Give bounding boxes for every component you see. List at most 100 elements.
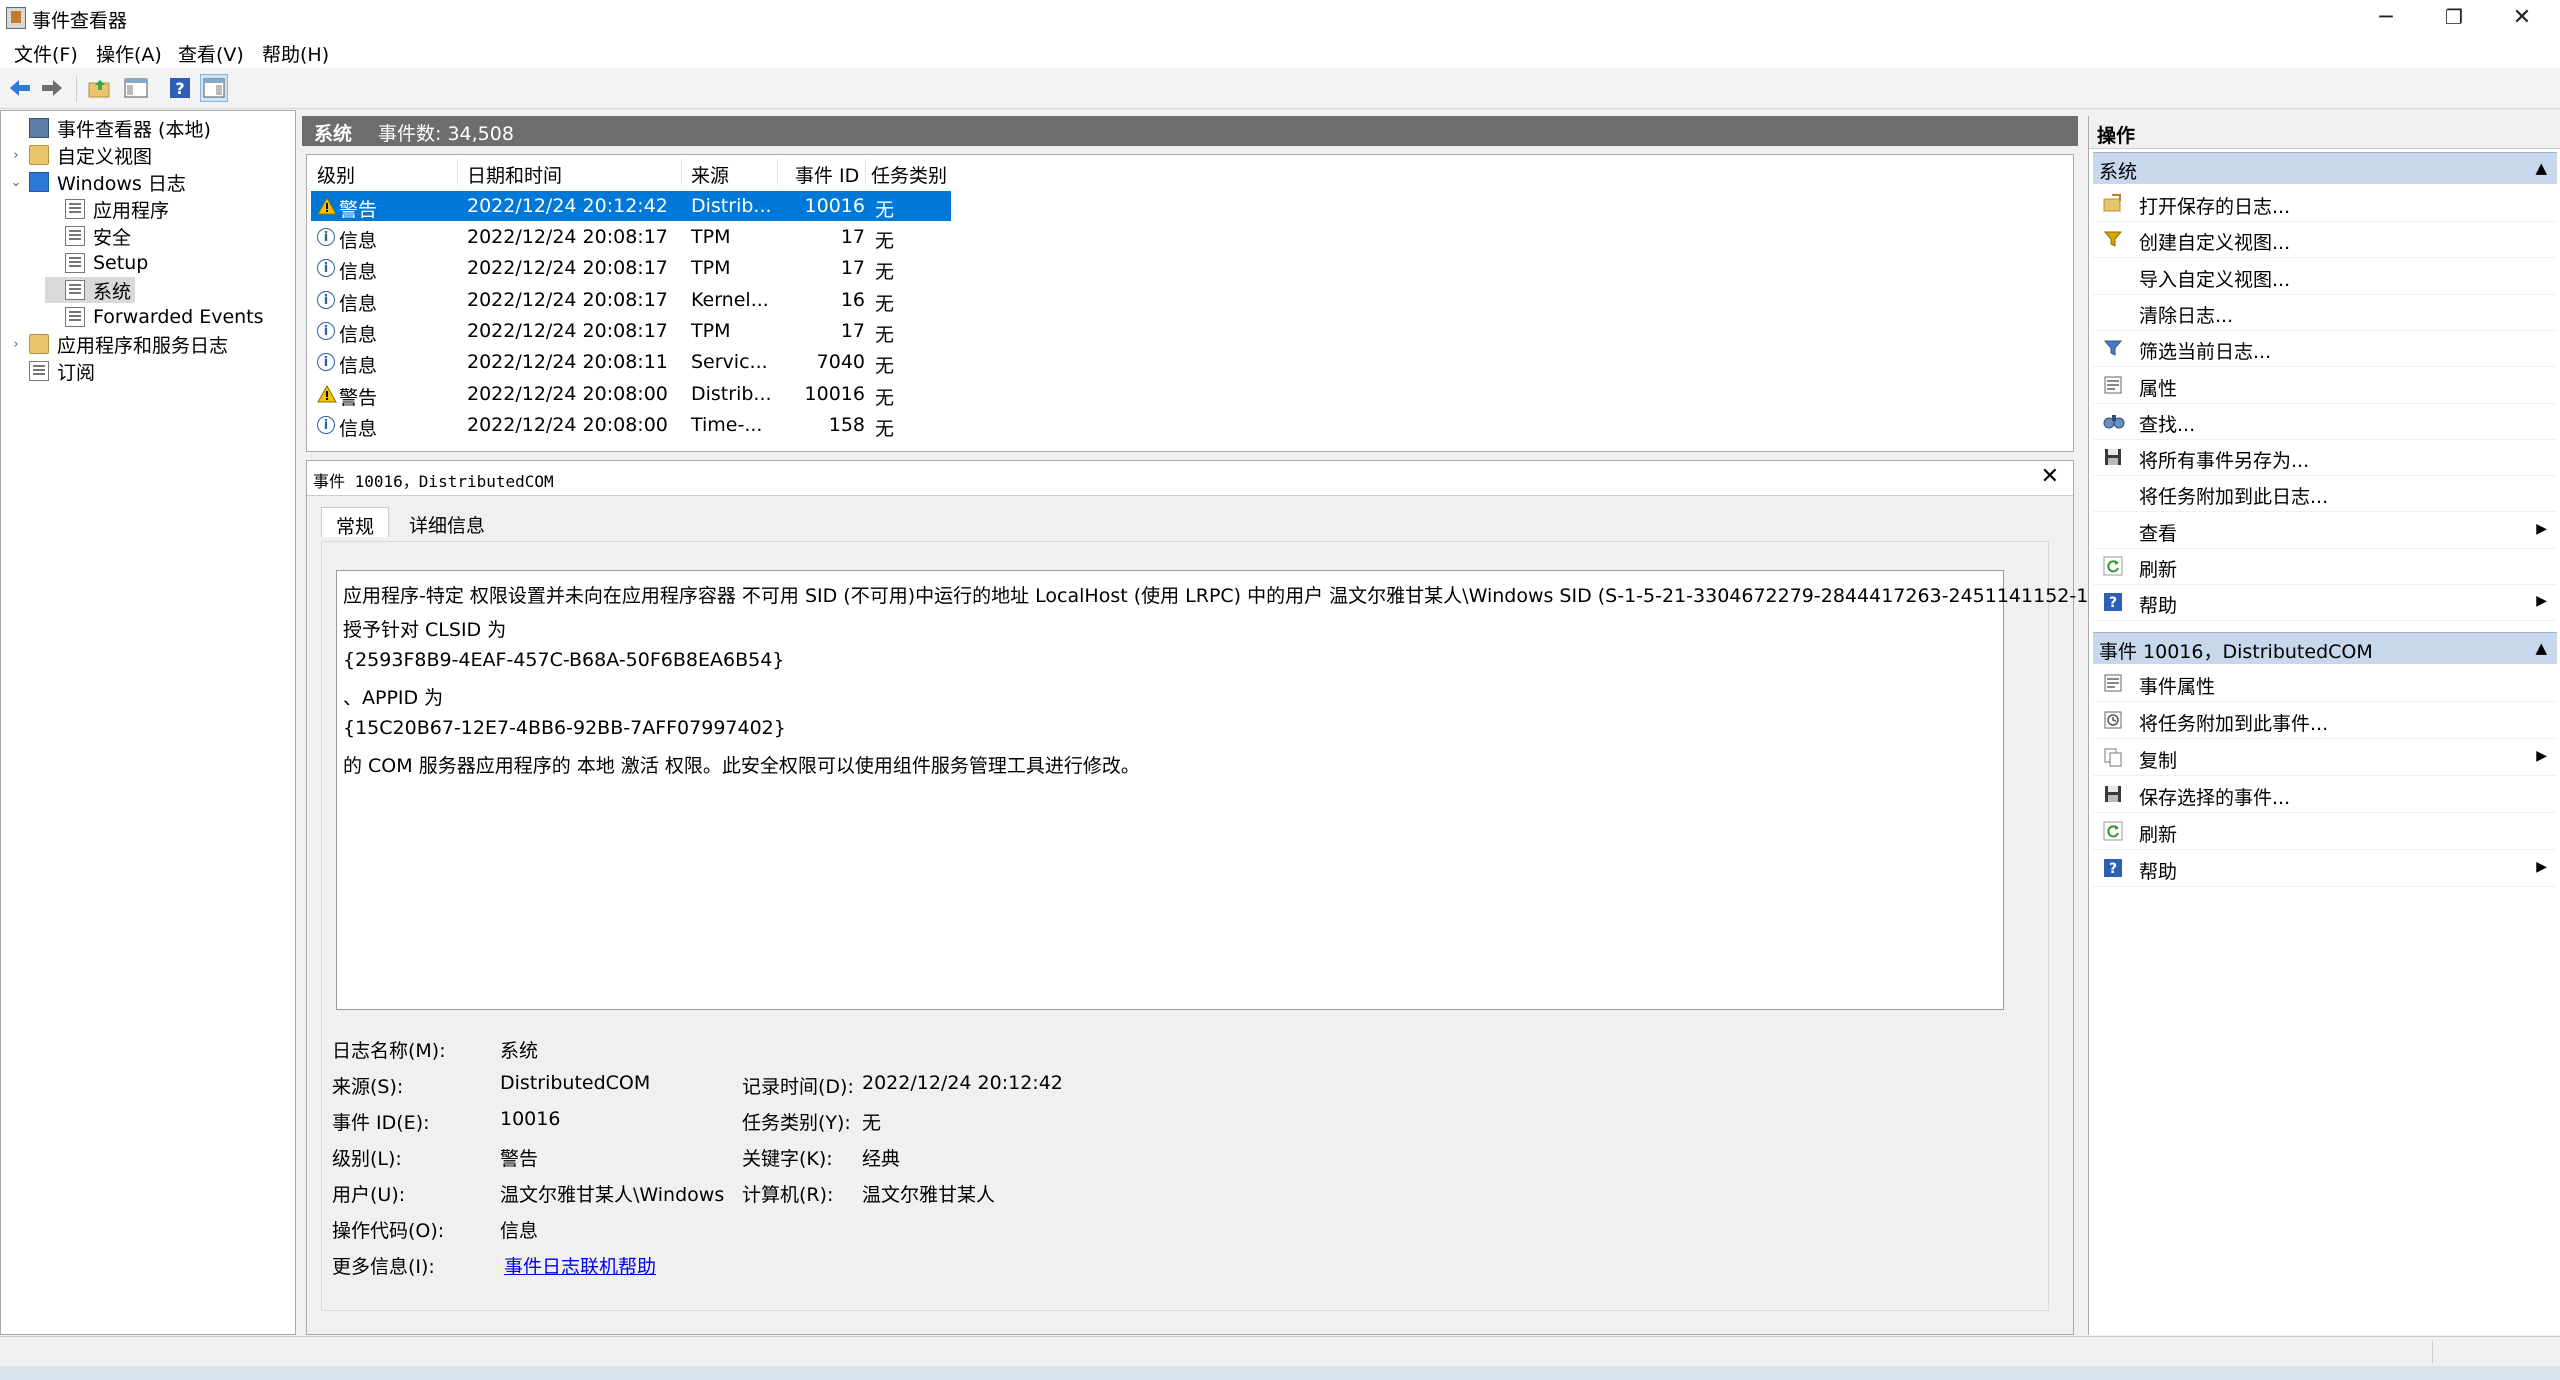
description-line: {2593F8B9-4EAF-457C-B68A-50F6B8EA6B54}	[343, 649, 785, 671]
tree-expander[interactable]: ›	[9, 148, 23, 163]
action-item[interactable]: 属性	[2093, 368, 2557, 404]
submenu-arrow-icon: ▶	[2536, 859, 2547, 875]
column-separator[interactable]	[777, 159, 778, 185]
svg-text:?: ?	[2109, 595, 2117, 611]
event-row[interactable]: i 信息 2022/12/24 20:08:17 TPM 17 无	[311, 253, 951, 283]
collapse-icon[interactable]: ▲	[2535, 159, 2547, 177]
menu-help[interactable]: 帮助(H)	[262, 40, 329, 67]
help-icon: ?	[2103, 592, 2123, 612]
action-item[interactable]: 将任务附加到此日志...	[2093, 476, 2557, 513]
tree-item-forwarded-events[interactable]: Forwarded Events	[45, 304, 264, 330]
event-list: 级别 日期和时间 来源 事件 ID 任务类别 警告 2022/12/24 20:1…	[306, 154, 2074, 452]
action-item[interactable]: 刷新	[2093, 549, 2557, 585]
actions-group-event[interactable]: 事件 10016，DistributedCOM ▲	[2093, 632, 2557, 664]
action-item[interactable]: 复制 ▶	[2093, 740, 2557, 776]
column-header-task-category[interactable]: 任务类别	[871, 161, 947, 188]
action-item[interactable]: 保存选择的事件...	[2093, 777, 2557, 813]
action-item[interactable]: 清除日志...	[2093, 295, 2557, 331]
action-item[interactable]: 打开保存的日志...	[2093, 186, 2557, 222]
column-separator[interactable]	[681, 159, 682, 185]
tree-expander[interactable]: ›	[9, 337, 23, 352]
tree-expander[interactable]: ⌄	[9, 175, 23, 190]
event-id: 158	[828, 414, 865, 436]
log-icon	[65, 280, 85, 300]
help-icon[interactable]: ?	[166, 74, 194, 102]
info-icon: i	[317, 416, 335, 434]
tree-item-app-service-logs[interactable]: › 应用程序和服务日志	[9, 331, 228, 357]
column-header-event-id[interactable]: 事件 ID	[795, 161, 859, 188]
event-row[interactable]: 警告 2022/12/24 20:12:42 Distrib... 10016 无	[311, 191, 951, 221]
event-level: 信息	[339, 230, 378, 252]
action-item[interactable]: 事件属性	[2093, 666, 2557, 702]
action-label: 清除日志...	[2139, 304, 2234, 327]
toolbar-separator	[76, 76, 77, 102]
event-task-category: 无	[875, 199, 895, 221]
event-row[interactable]: 警告 2022/12/24 20:08:00 Distrib... 10016 无	[311, 379, 951, 409]
event-row[interactable]: i 信息 2022/12/24 20:08:11 Servic... 7040 无	[311, 347, 951, 377]
action-label: 帮助	[2139, 861, 2178, 883]
show-hide-tree-icon[interactable]	[122, 74, 150, 102]
event-id: 17	[840, 226, 865, 248]
save-icon	[2103, 784, 2123, 804]
forward-arrow-icon[interactable]	[38, 74, 66, 102]
tree-item-setup[interactable]: Setup	[45, 250, 148, 276]
action-item[interactable]: 将所有事件另存为...	[2093, 440, 2557, 477]
tab-details[interactable]: 详细信息	[395, 507, 499, 537]
back-arrow-icon[interactable]	[6, 74, 34, 102]
action-item[interactable]: 查看 ▶	[2093, 513, 2557, 549]
tree-item-system[interactable]: 系统	[45, 277, 136, 303]
column-header-source[interactable]: 来源	[691, 161, 729, 188]
actions-group-system[interactable]: 系统 ▲	[2093, 152, 2557, 184]
event-row[interactable]: i 信息 2022/12/24 20:08:17 TPM 17 无	[311, 222, 951, 252]
action-item[interactable]: 筛选当前日志...	[2093, 331, 2557, 368]
detail-title: 事件 10016，DistributedCOM	[313, 472, 554, 491]
event-viewer-app-icon	[6, 7, 26, 29]
info-icon: i	[317, 291, 335, 309]
tab-general[interactable]: 常规	[321, 507, 390, 538]
tree-item-event-viewer-local[interactable]: 事件查看器 (本地)	[9, 115, 211, 141]
status-bar	[0, 1336, 2560, 1367]
actions-title: 操作	[2097, 125, 2136, 147]
column-separator[interactable]	[457, 159, 458, 185]
collapse-icon[interactable]: ▲	[2535, 639, 2547, 657]
action-label: 查看	[2139, 522, 2178, 545]
tree-item-security[interactable]: 安全	[45, 223, 131, 249]
menu-view[interactable]: 查看(V)	[178, 40, 244, 67]
tree-item-application[interactable]: 应用程序	[45, 196, 169, 222]
action-item[interactable]: ? 帮助 ▶	[2093, 585, 2557, 622]
tree-item-label: 应用程序	[93, 199, 170, 222]
action-item[interactable]: 刷新	[2093, 814, 2557, 850]
column-header-level[interactable]: 级别	[317, 161, 355, 188]
attach-task-icon	[2103, 710, 2123, 730]
event-description[interactable]: 应用程序-特定 权限设置并未向在应用程序容器 不可用 SID (不可用)中运行的…	[336, 570, 2132, 1010]
computer-icon	[29, 118, 49, 138]
event-row[interactable]: i 信息 2022/12/24 20:08:17 Kernel... 16 无	[311, 285, 951, 315]
action-item[interactable]: 导入自定义视图...	[2093, 259, 2557, 295]
column-header-datetime[interactable]: 日期和时间	[467, 161, 562, 188]
tree-item-subscriptions[interactable]: 订阅	[9, 358, 95, 384]
close-button[interactable]: ✕	[2488, 0, 2556, 34]
tree-item-custom-views[interactable]: › 自定义视图	[9, 142, 152, 168]
restore-button[interactable]: ❐	[2420, 0, 2488, 34]
event-row[interactable]: i 信息 2022/12/24 20:08:00 Time-... 158 无	[311, 410, 951, 440]
opcode-value: 信息	[500, 1220, 539, 1242]
action-item[interactable]: 创建自定义视图...	[2093, 222, 2557, 259]
event-row[interactable]: i 信息 2022/12/24 20:08:17 TPM 17 无	[311, 316, 951, 346]
minimize-button[interactable]: ─	[2352, 0, 2420, 34]
detail-close-icon[interactable]: ✕	[2041, 464, 2059, 489]
menu-file[interactable]: 文件(F)	[14, 40, 78, 67]
column-separator[interactable]	[865, 159, 866, 185]
menu-action[interactable]: 操作(A)	[96, 40, 162, 67]
action-label: 导入自定义视图...	[2139, 268, 2291, 291]
action-item[interactable]: 查找...	[2093, 404, 2557, 440]
tree-item-label: 订阅	[57, 361, 96, 384]
action-item[interactable]: ? 帮助 ▶	[2093, 851, 2557, 887]
tree-item-windows-logs[interactable]: ⌄ Windows 日志	[9, 169, 186, 195]
action-item[interactable]: 将任务附加到此事件...	[2093, 703, 2557, 739]
event-datetime: 2022/12/24 20:08:17	[467, 320, 668, 342]
folder-up-icon[interactable]	[86, 74, 114, 102]
event-source: Distrib...	[691, 195, 772, 217]
online-help-link[interactable]: 事件日志联机帮助	[504, 1252, 656, 1279]
event-source: Kernel...	[691, 289, 769, 311]
show-hide-action-pane-icon[interactable]	[200, 74, 228, 102]
